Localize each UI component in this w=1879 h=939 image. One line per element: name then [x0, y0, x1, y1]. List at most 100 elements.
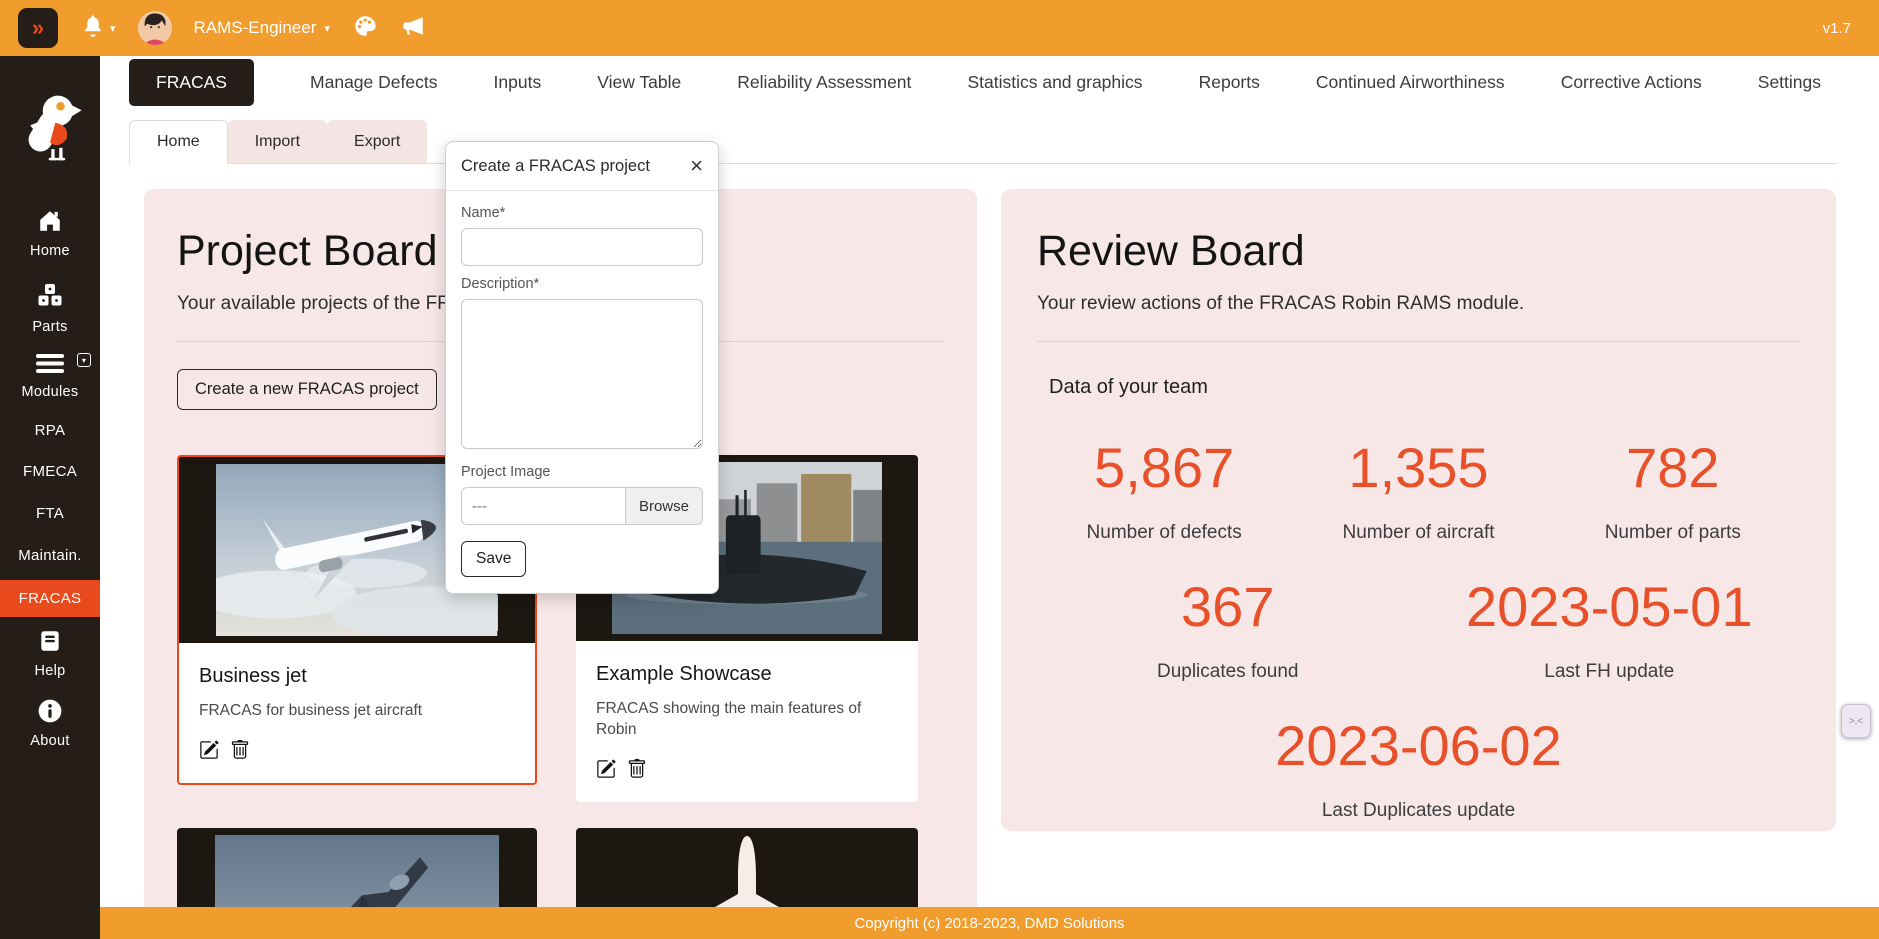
tab-manage-defects[interactable]: Manage Defects [310, 72, 437, 93]
description-field[interactable] [461, 299, 703, 449]
sidebar-item-modules[interactable]: ▾ Modules [0, 351, 100, 400]
modal-title: Create a FRACAS project [461, 157, 650, 176]
stats-row-2: 367 Duplicates found 2023-05-01 Last FH … [1037, 574, 1800, 683]
card-body: Business jet FRACAS for business jet air… [179, 643, 535, 783]
announcements-button[interactable] [400, 13, 426, 44]
user-menu[interactable]: RAMS-Engineer ▾ [194, 18, 330, 38]
tab-inputs[interactable]: Inputs [494, 72, 542, 93]
fighter-jet-photo [177, 828, 537, 907]
project-card-fighter[interactable] [177, 828, 537, 907]
tab-statistics-and-graphics[interactable]: Statistics and graphics [967, 72, 1142, 93]
description-label: Description* [461, 276, 703, 292]
delete-icon[interactable] [230, 740, 250, 765]
sidebar-item-label: Home [30, 243, 70, 259]
create-fracas-project-button[interactable]: Create a new FRACAS project [177, 369, 437, 410]
stat-label: Last Duplicates update [1037, 800, 1800, 822]
sidebar-item-label: Maintain. [18, 547, 82, 564]
plane-placeholder-icon [576, 828, 918, 907]
sidebar-item-label: Modules [22, 384, 79, 400]
theme-button[interactable] [352, 13, 378, 44]
tab-view-table[interactable]: View Table [597, 72, 681, 93]
sidebar-item-fta[interactable]: FTA [0, 505, 100, 522]
card-description: FRACAS showing the main features of Robi… [596, 699, 898, 741]
info-icon [37, 698, 63, 728]
card-body: Example Showcase FRACAS showing the main… [576, 641, 918, 802]
sidebar-item-label: FTA [36, 505, 64, 522]
sidebar-item-help[interactable]: Help [0, 628, 100, 679]
notifications-menu[interactable]: ▾ [80, 13, 116, 44]
review-board-subtitle: Your review actions of the FRACAS Robin … [1037, 293, 1800, 315]
sidebar-item-label: FMECA [23, 463, 77, 480]
bell-icon [80, 13, 106, 44]
tab-fracas[interactable]: FRACAS [129, 59, 254, 106]
project-image-group: Browse [461, 487, 703, 525]
stat-value: 367 [1037, 574, 1419, 639]
project-image-field[interactable] [461, 487, 625, 525]
subtab-import[interactable]: Import [228, 120, 327, 163]
stat-label: Number of parts [1546, 522, 1800, 544]
name-field[interactable] [461, 228, 703, 266]
tab-settings[interactable]: Settings [1758, 72, 1821, 93]
sidebar-item-fracas[interactable]: FRACAS [0, 580, 100, 617]
stat-label: Duplicates found [1037, 661, 1419, 683]
parts-cubes-icon [36, 282, 64, 314]
modules-menu-icon [35, 351, 65, 379]
sidebar-item-label: Help [34, 663, 65, 679]
card-title: Example Showcase [596, 663, 898, 686]
stat-label: Last FH update [1419, 661, 1801, 683]
modules-expand-icon[interactable]: ▾ [77, 353, 91, 367]
stat-value: 2023-05-01 [1419, 574, 1801, 639]
stat-defects: 5,867 Number of defects [1037, 435, 1291, 544]
stat-duplicates: 367 Duplicates found [1037, 574, 1419, 683]
double-chevron-icon: » [32, 15, 44, 40]
sidebar-item-maintain[interactable]: Maintain. [0, 547, 100, 564]
browse-button[interactable]: Browse [625, 487, 703, 525]
tab-reports[interactable]: Reports [1199, 72, 1260, 93]
module-nav-tabs: FRACAS Manage Defects Inputs View Table … [100, 56, 1879, 108]
edit-icon[interactable] [199, 740, 219, 765]
feedback-widget-button[interactable]: >.< [1841, 704, 1871, 738]
stats-row-1: 5,867 Number of defects 1,355 Number of … [1037, 435, 1800, 544]
stat-aircraft: 1,355 Number of aircraft [1291, 435, 1545, 544]
stats-row-3: 2023-06-02 Last Duplicates update [1037, 713, 1800, 822]
sidebar-item-label: RPA [35, 422, 66, 439]
card-actions [596, 759, 898, 784]
project-card-plane-placeholder[interactable] [576, 828, 918, 907]
delete-icon[interactable] [627, 759, 647, 784]
stat-value: 5,867 [1037, 435, 1291, 500]
chevron-down-icon: ▾ [110, 22, 116, 35]
sidebar-item-about[interactable]: About [0, 698, 100, 749]
topbar: » ▾ RAMS-Engineer ▾ v1.7 [0, 0, 1879, 56]
sidebar-item-fmeca[interactable]: FMECA [0, 463, 100, 480]
subtab-home[interactable]: Home [129, 120, 228, 164]
user-avatar[interactable] [138, 11, 172, 45]
megaphone-icon [400, 13, 426, 44]
edit-icon[interactable] [596, 759, 616, 784]
user-name-label: RAMS-Engineer [194, 18, 317, 38]
review-board-panel: Review Board Your review actions of the … [1001, 189, 1836, 831]
stat-last-duplicates-update: 2023-06-02 Last Duplicates update [1037, 713, 1800, 822]
feedback-face-icon: >.< [1849, 716, 1863, 727]
tab-corrective-actions[interactable]: Corrective Actions [1561, 72, 1702, 93]
review-board-title: Review Board [1037, 227, 1800, 276]
card-title: Business jet [199, 665, 515, 688]
sidebar-item-parts[interactable]: Parts [0, 282, 100, 335]
tab-reliability-assessment[interactable]: Reliability Assessment [737, 72, 911, 93]
name-label: Name* [461, 205, 703, 221]
save-button[interactable]: Save [461, 541, 526, 577]
stat-parts: 782 Number of parts [1546, 435, 1800, 544]
copyright-label: Copyright (c) 2018-2023, DMD Solutions [854, 915, 1124, 932]
stat-label: Number of defects [1037, 522, 1291, 544]
tab-continued-airworthiness[interactable]: Continued Airworthiness [1316, 72, 1505, 93]
sidebar-item-rpa[interactable]: RPA [0, 422, 100, 439]
close-icon[interactable]: × [690, 155, 703, 177]
sub-tabs: Home Import Export [129, 120, 1836, 164]
team-data-header: Data of your team [1049, 376, 1800, 399]
chevron-down-icon: ▾ [324, 22, 330, 35]
stat-value: 782 [1546, 435, 1800, 500]
stat-last-fh-update: 2023-05-01 Last FH update [1419, 574, 1801, 683]
modal-body: Name* Description* Project Image Browse … [446, 191, 718, 593]
sidebar-item-home[interactable]: Home [0, 208, 100, 259]
sidebar-collapse-button[interactable]: » [18, 8, 58, 48]
subtab-export[interactable]: Export [327, 120, 427, 163]
